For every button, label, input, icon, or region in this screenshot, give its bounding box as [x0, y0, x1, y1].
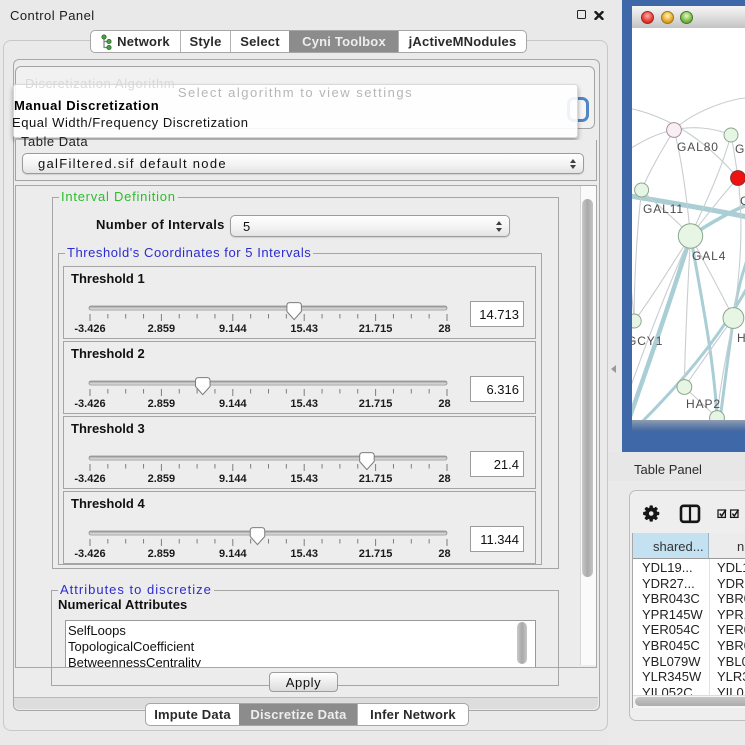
svg-text:-3.426: -3.426	[74, 548, 105, 560]
svg-text:C: C	[740, 194, 745, 208]
svg-text:2.859: 2.859	[148, 323, 176, 335]
svg-text:GAL11: GAL11	[643, 202, 684, 216]
svg-text:GA: GA	[735, 142, 745, 156]
svg-text:28: 28	[438, 323, 450, 335]
svg-text:-3.426: -3.426	[74, 323, 105, 335]
svg-text:15.43: 15.43	[290, 473, 318, 485]
svg-text:GAL4: GAL4	[692, 249, 726, 263]
svg-text:15.43: 15.43	[290, 398, 318, 410]
svg-text:2.859: 2.859	[148, 473, 176, 485]
svg-text:HAP2: HAP2	[686, 397, 721, 411]
svg-text:21.715: 21.715	[359, 323, 393, 335]
svg-text:15.43: 15.43	[290, 548, 318, 560]
svg-text:21.715: 21.715	[359, 548, 393, 560]
svg-text:GCY1: GCY1	[632, 334, 663, 348]
svg-text:21.715: 21.715	[359, 398, 393, 410]
svg-text:HI: HI	[737, 331, 745, 345]
svg-text:GAL80: GAL80	[677, 140, 719, 154]
svg-text:28: 28	[438, 398, 450, 410]
svg-text:15.43: 15.43	[290, 323, 318, 335]
svg-text:2.859: 2.859	[148, 398, 176, 410]
svg-text:21.715: 21.715	[359, 473, 393, 485]
svg-text:9.144: 9.144	[219, 323, 247, 335]
svg-text:9.144: 9.144	[219, 398, 247, 410]
svg-text:9.144: 9.144	[219, 548, 247, 560]
svg-text:28: 28	[438, 473, 450, 485]
svg-text:28: 28	[438, 548, 450, 560]
svg-text:-3.426: -3.426	[74, 398, 105, 410]
svg-text:-3.426: -3.426	[74, 473, 105, 485]
svg-text:9.144: 9.144	[219, 473, 247, 485]
svg-text:2.859: 2.859	[148, 548, 176, 560]
